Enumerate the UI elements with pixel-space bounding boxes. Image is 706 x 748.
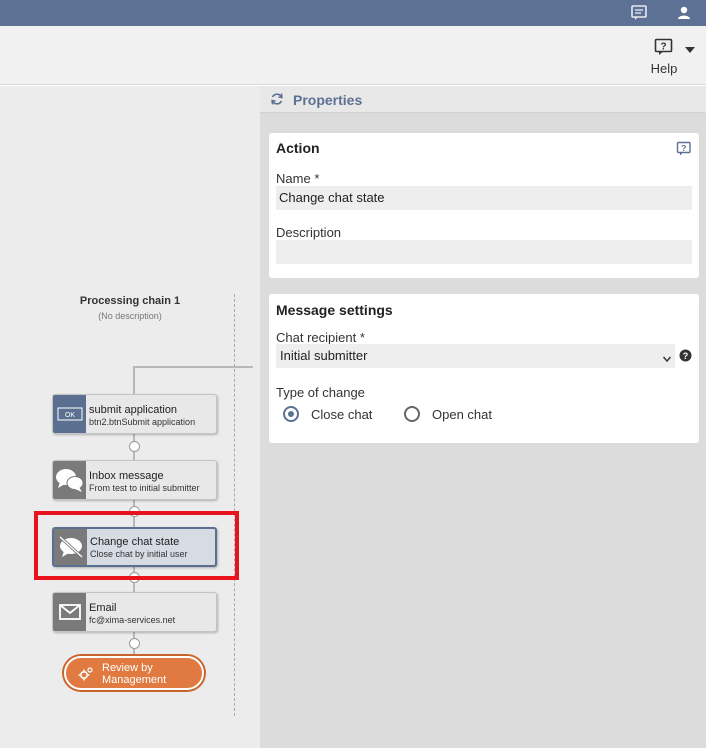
svg-text:?: ? bbox=[681, 143, 686, 153]
required-marker: * bbox=[314, 171, 320, 186]
svg-text:?: ? bbox=[660, 42, 666, 53]
chat-recipient-select[interactable]: Initial submitter bbox=[276, 344, 675, 368]
chevron-down-icon[interactable] bbox=[684, 42, 696, 53]
chain-description: (No description) bbox=[98, 311, 162, 321]
radio-open-chat[interactable]: Open chat bbox=[404, 406, 504, 424]
gears-icon bbox=[78, 666, 94, 687]
properties-panel: Properties Action ? Name * Description M… bbox=[260, 86, 706, 748]
node-subtitle: fc@xima-services.net bbox=[89, 615, 176, 625]
properties-header: Properties bbox=[260, 86, 706, 113]
node-title: Email bbox=[89, 602, 117, 614]
review-button-label: Review by Management bbox=[102, 662, 167, 686]
refresh-icon[interactable] bbox=[270, 92, 284, 106]
required-marker: * bbox=[359, 330, 365, 345]
lane-divider bbox=[234, 294, 235, 716]
message-settings-card: Message settings Chat recipient * Initia… bbox=[269, 294, 699, 443]
radio-label: Open chat bbox=[432, 407, 492, 422]
review-by-management-button[interactable]: Review by Management bbox=[64, 656, 204, 690]
chevron-down-icon bbox=[662, 351, 672, 363]
connector-line bbox=[133, 366, 253, 368]
selection-highlight bbox=[34, 511, 239, 580]
user-icon[interactable] bbox=[675, 4, 693, 22]
help-button[interactable]: ? Help bbox=[646, 36, 682, 80]
help-label: Help bbox=[650, 61, 678, 76]
message-settings-title: Message settings bbox=[276, 302, 393, 318]
name-input[interactable] bbox=[276, 186, 692, 210]
chat-recipient-label-text: Chat recipient bbox=[276, 330, 357, 345]
type-of-change-label: Type of change bbox=[276, 385, 365, 400]
radio-dot bbox=[288, 411, 294, 417]
button-ok-icon: OK bbox=[53, 395, 86, 433]
node-subtitle: From test to initial submitter bbox=[89, 483, 200, 493]
node-subtitle: btn2.btnSubmit application bbox=[89, 417, 196, 427]
radio-close-chat[interactable]: Close chat bbox=[283, 406, 383, 424]
help-question-icon: ? bbox=[654, 38, 674, 61]
node-submit-application[interactable]: OK submit application btn2.btnSubmit app… bbox=[52, 394, 217, 434]
connector-line bbox=[133, 366, 135, 396]
top-bar bbox=[0, 0, 706, 26]
info-question-icon[interactable]: ? bbox=[679, 349, 692, 367]
node-inbox-message[interactable]: Inbox message From test to initial submi… bbox=[52, 460, 217, 500]
toolbar: ? Help bbox=[0, 26, 706, 85]
connector-dot bbox=[129, 638, 140, 649]
envelope-icon bbox=[53, 593, 86, 631]
action-card: Action ? Name * Description bbox=[269, 133, 699, 278]
connector-dot bbox=[129, 441, 140, 452]
radio-circle-checked bbox=[283, 406, 299, 422]
svg-text:?: ? bbox=[683, 351, 689, 361]
name-label: Name * bbox=[276, 171, 319, 186]
message-square-icon[interactable] bbox=[630, 4, 648, 22]
node-email[interactable]: Email fc@xima-services.net bbox=[52, 592, 217, 632]
node-title: submit application bbox=[89, 404, 178, 416]
chat-recipient-label: Chat recipient * bbox=[276, 330, 365, 345]
action-card-title: Action bbox=[276, 140, 320, 156]
ok-text: OK bbox=[64, 412, 74, 419]
chat-bubbles-icon bbox=[53, 461, 86, 499]
chain-title: Processing chain 1 bbox=[79, 295, 181, 307]
help-question-icon[interactable]: ? bbox=[676, 141, 692, 162]
radio-label: Close chat bbox=[311, 407, 373, 422]
radio-circle bbox=[404, 406, 420, 422]
chat-recipient-value: Initial submitter bbox=[280, 348, 368, 363]
node-title: Inbox message bbox=[89, 470, 164, 482]
name-label-text: Name bbox=[276, 171, 311, 186]
description-input[interactable] bbox=[276, 240, 692, 264]
description-label: Description bbox=[276, 225, 342, 240]
properties-title: Properties bbox=[293, 92, 363, 108]
